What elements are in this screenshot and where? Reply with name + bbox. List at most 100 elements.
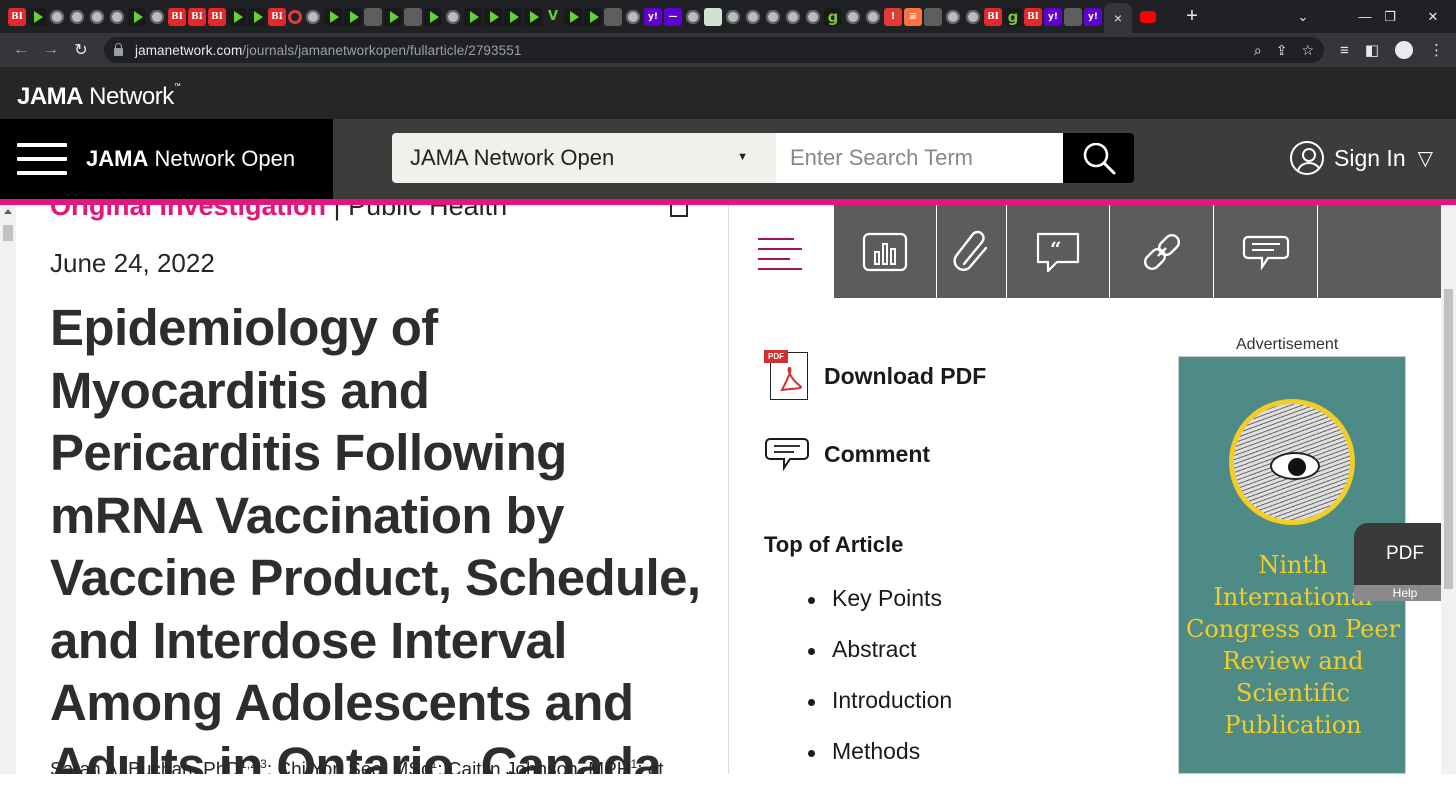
share-icon[interactable]: ⇪ [1276,42,1288,59]
back-icon[interactable]: ← [6,41,36,59]
address-bar[interactable]: jamanetwork.com/journals/jamanetworkopen… [104,37,1324,63]
tab-favicon-red-mic-icon[interactable]: ! [884,7,902,26]
active-tab-close-icon[interactable]: × [1104,3,1132,33]
tab-favicon-globe-icon[interactable] [766,9,780,24]
supplements-tab[interactable] [937,205,1007,298]
tab-favicon-globe-icon[interactable] [746,9,760,24]
tab-favicon-refresh-c-icon[interactable] [288,9,302,24]
tab-favicon-globe-icon[interactable] [626,9,640,24]
permissions-tab[interactable] [1110,205,1214,298]
author-link[interactable]: Sarah A. Buchan, PhD [50,759,240,774]
author-link[interactable]: Chi Yon Seo, MSc [277,759,430,774]
tab-favicon-BI-icon[interactable]: BI [984,7,1002,26]
hamburger-menu-icon[interactable] [17,143,67,175]
restore-icon[interactable]: ❐ [1367,0,1413,33]
tab-favicon-play-icon[interactable] [228,7,246,26]
tab-favicon-play-icon[interactable] [484,7,502,26]
scroll-thumb[interactable] [3,225,13,241]
tab-favicon-flag-icon[interactable] [404,7,422,26]
toc-item-abstract[interactable]: Abstract [808,636,952,687]
tab-favicon-globe-icon[interactable] [306,9,320,24]
article-scrollbar[interactable] [0,205,16,774]
tab-favicon-BI-icon[interactable]: BI [168,7,186,26]
tab-favicon-play-icon[interactable] [524,7,542,26]
tab-favicon-g-icon[interactable]: g [824,7,842,26]
comments-tab[interactable] [1214,205,1318,298]
tab-favicon-play-icon[interactable] [564,7,582,26]
toc-heading[interactable]: Top of Article [764,532,903,558]
scroll-up-icon[interactable] [4,209,12,214]
share-bookmark-icon[interactable] [670,205,688,217]
tab-favicon-yahoo-icon[interactable]: y! [1044,7,1062,26]
tab-favicon-globe-icon[interactable] [846,9,860,24]
tab-favicon-globe-icon[interactable] [446,9,460,24]
tab-favicon-play-icon[interactable] [248,7,266,26]
tab-favicon-orange-bars-icon[interactable]: ≡ [904,7,922,26]
article-category[interactable]: Original Investigation [50,205,326,221]
tab-favicon-flag-icon[interactable] [604,7,622,26]
tab-favicon-play-icon[interactable] [128,7,146,26]
tab-favicon-globe-icon[interactable] [866,9,880,24]
cite-tab[interactable]: “ [1007,205,1110,298]
tab-favicon-globe-icon[interactable] [70,9,84,24]
tab-favicon-globe-icon[interactable] [686,9,700,24]
tab-favicon-cube-icon[interactable] [1064,7,1082,26]
menu-kebab-icon[interactable]: ⋮ [1429,41,1444,59]
author-link[interactable]: Caitlin Johnson, MPH [448,759,631,774]
tab-favicon-youtube-icon[interactable] [1140,10,1156,23]
jama-network-logo[interactable]: JAMA Network™ [17,83,181,111]
side-panel-icon[interactable]: ◧ [1365,41,1379,59]
bookmark-star-icon[interactable]: ☆ [1301,42,1314,59]
comment-link[interactable]: Comment [764,436,930,472]
journal-name-link[interactable]: JAMA Network Open [86,146,295,172]
tab-favicon-g-icon[interactable]: g [1004,7,1022,26]
zoom-icon[interactable]: ⌕ [1254,42,1262,59]
tab-favicon-globe-icon[interactable] [110,9,124,24]
forward-icon[interactable]: → [36,41,66,59]
tab-favicon-play-icon[interactable] [464,7,482,26]
lock-icon[interactable] [114,42,123,56]
page-scroll-thumb[interactable] [1444,289,1453,589]
search-input[interactable] [776,133,1063,183]
tab-favicon-play-icon[interactable] [324,7,342,26]
toc-item-introduction[interactable]: Introduction [808,687,952,738]
tab-favicon-play-icon[interactable] [28,7,46,26]
media-icon[interactable]: ≡ [1340,42,1349,59]
toc-item-key-points[interactable]: Key Points [808,585,952,636]
tab-favicon-globe-icon[interactable] [786,9,800,24]
tab-favicon-v-icon[interactable]: V [544,8,562,26]
tab-favicon-globe-icon[interactable] [50,9,64,24]
tab-favicon-purple-bar-icon[interactable]: — [664,7,682,26]
tab-favicon-yahoo-icon[interactable]: y! [1084,7,1102,26]
tab-favicon-yahoo-icon[interactable]: y! [644,7,662,26]
window-close-icon[interactable]: ✕ [1410,0,1456,33]
tab-favicon-play-icon[interactable] [504,7,522,26]
tab-favicon-play-icon[interactable] [344,7,362,26]
tab-favicon-globe-icon[interactable] [966,9,980,24]
new-tab-icon[interactable]: + [1182,5,1202,28]
tab-favicon-flag-icon[interactable] [924,7,942,26]
tab-favicon-play-icon[interactable] [424,7,442,26]
figures-tab[interactable] [834,205,937,298]
tab-favicon-globe-icon[interactable] [90,9,104,24]
download-pdf-link[interactable]: PDF Download PDF [764,350,986,402]
tab-favicon-BI-icon[interactable]: BI [268,7,286,26]
toc-item-methods[interactable]: Methods [808,738,952,789]
search-scope-select[interactable]: JAMA Network Open ▼ [392,133,776,183]
article-subject[interactable]: Public Health [348,205,507,221]
tab-favicon-BI-icon[interactable]: BI [208,7,226,26]
tab-favicon-flag-icon[interactable] [364,7,382,26]
tab-favicon-globe-icon[interactable] [150,9,164,24]
tab-search-icon[interactable]: ⌄ [1280,0,1326,33]
table-of-contents-icon[interactable] [758,238,802,278]
tab-favicon-globe-icon[interactable] [806,9,820,24]
tab-favicon-BI-icon[interactable]: BI [188,7,206,26]
tab-favicon-play-icon[interactable] [584,7,602,26]
tab-favicon-BI-icon[interactable]: BI [1024,7,1042,26]
search-button[interactable] [1063,133,1134,183]
sign-in-button[interactable]: Sign In ▽ [1290,141,1433,175]
tab-favicon-globe-icon[interactable] [946,9,960,24]
tab-favicon-maps-icon[interactable] [704,7,722,26]
profile-avatar[interactable] [1395,41,1413,59]
page-scrollbar[interactable] [1441,205,1456,774]
